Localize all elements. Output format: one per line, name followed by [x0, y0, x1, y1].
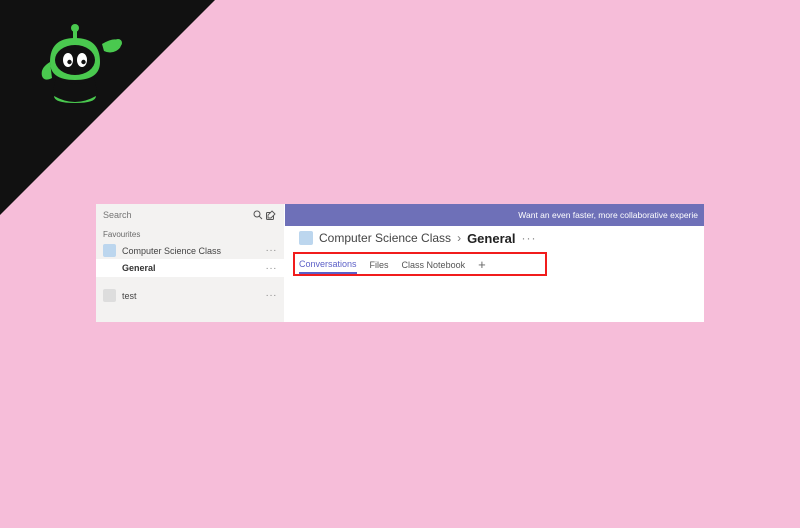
tabs-list: Conversations Files Class Notebook + — [299, 250, 704, 280]
breadcrumb: Computer Science Class › General ··· — [285, 226, 704, 250]
banner-text: Want an even faster, more collaborative … — [518, 210, 698, 220]
robot-logo — [30, 22, 125, 117]
chevron-right-icon: › — [457, 231, 461, 245]
channel-name-label: General — [122, 263, 266, 273]
more-icon[interactable]: ··· — [521, 231, 536, 245]
tab-class-notebook[interactable]: Class Notebook — [402, 260, 466, 273]
tab-conversations[interactable]: Conversations — [299, 259, 357, 274]
sidebar-spacer — [96, 277, 284, 287]
sidebar-team-test[interactable]: test ··· — [96, 287, 284, 304]
breadcrumb-team[interactable]: Computer Science Class — [319, 231, 451, 245]
sidebar-team-cs[interactable]: Computer Science Class ··· — [96, 242, 284, 259]
sidebar-channel-general[interactable]: General ··· — [96, 259, 284, 277]
add-tab-button[interactable]: + — [478, 258, 486, 274]
more-icon[interactable]: ··· — [266, 290, 278, 301]
teams-app-window: Favourites Computer Science Class ··· Ge… — [96, 204, 704, 322]
top-banner[interactable]: Want an even faster, more collaborative … — [285, 204, 704, 226]
left-sidebar: Favourites Computer Science Class ··· Ge… — [96, 204, 285, 322]
right-panel: Want an even faster, more collaborative … — [285, 204, 704, 322]
team-avatar-icon — [299, 231, 313, 245]
favourites-label: Favourites — [96, 226, 284, 242]
compose-icon[interactable] — [264, 210, 277, 221]
more-icon[interactable]: ··· — [266, 245, 278, 256]
team-avatar-icon — [103, 244, 116, 257]
tabs-area: Conversations Files Class Notebook + — [285, 250, 704, 280]
team-avatar-icon — [103, 289, 116, 302]
team-name-label: Computer Science Class — [122, 246, 266, 256]
breadcrumb-channel: General — [467, 231, 515, 246]
team-name-label: test — [122, 291, 266, 301]
tab-files[interactable]: Files — [370, 260, 389, 273]
search-icon[interactable] — [251, 210, 264, 220]
more-icon[interactable]: ··· — [266, 263, 278, 274]
